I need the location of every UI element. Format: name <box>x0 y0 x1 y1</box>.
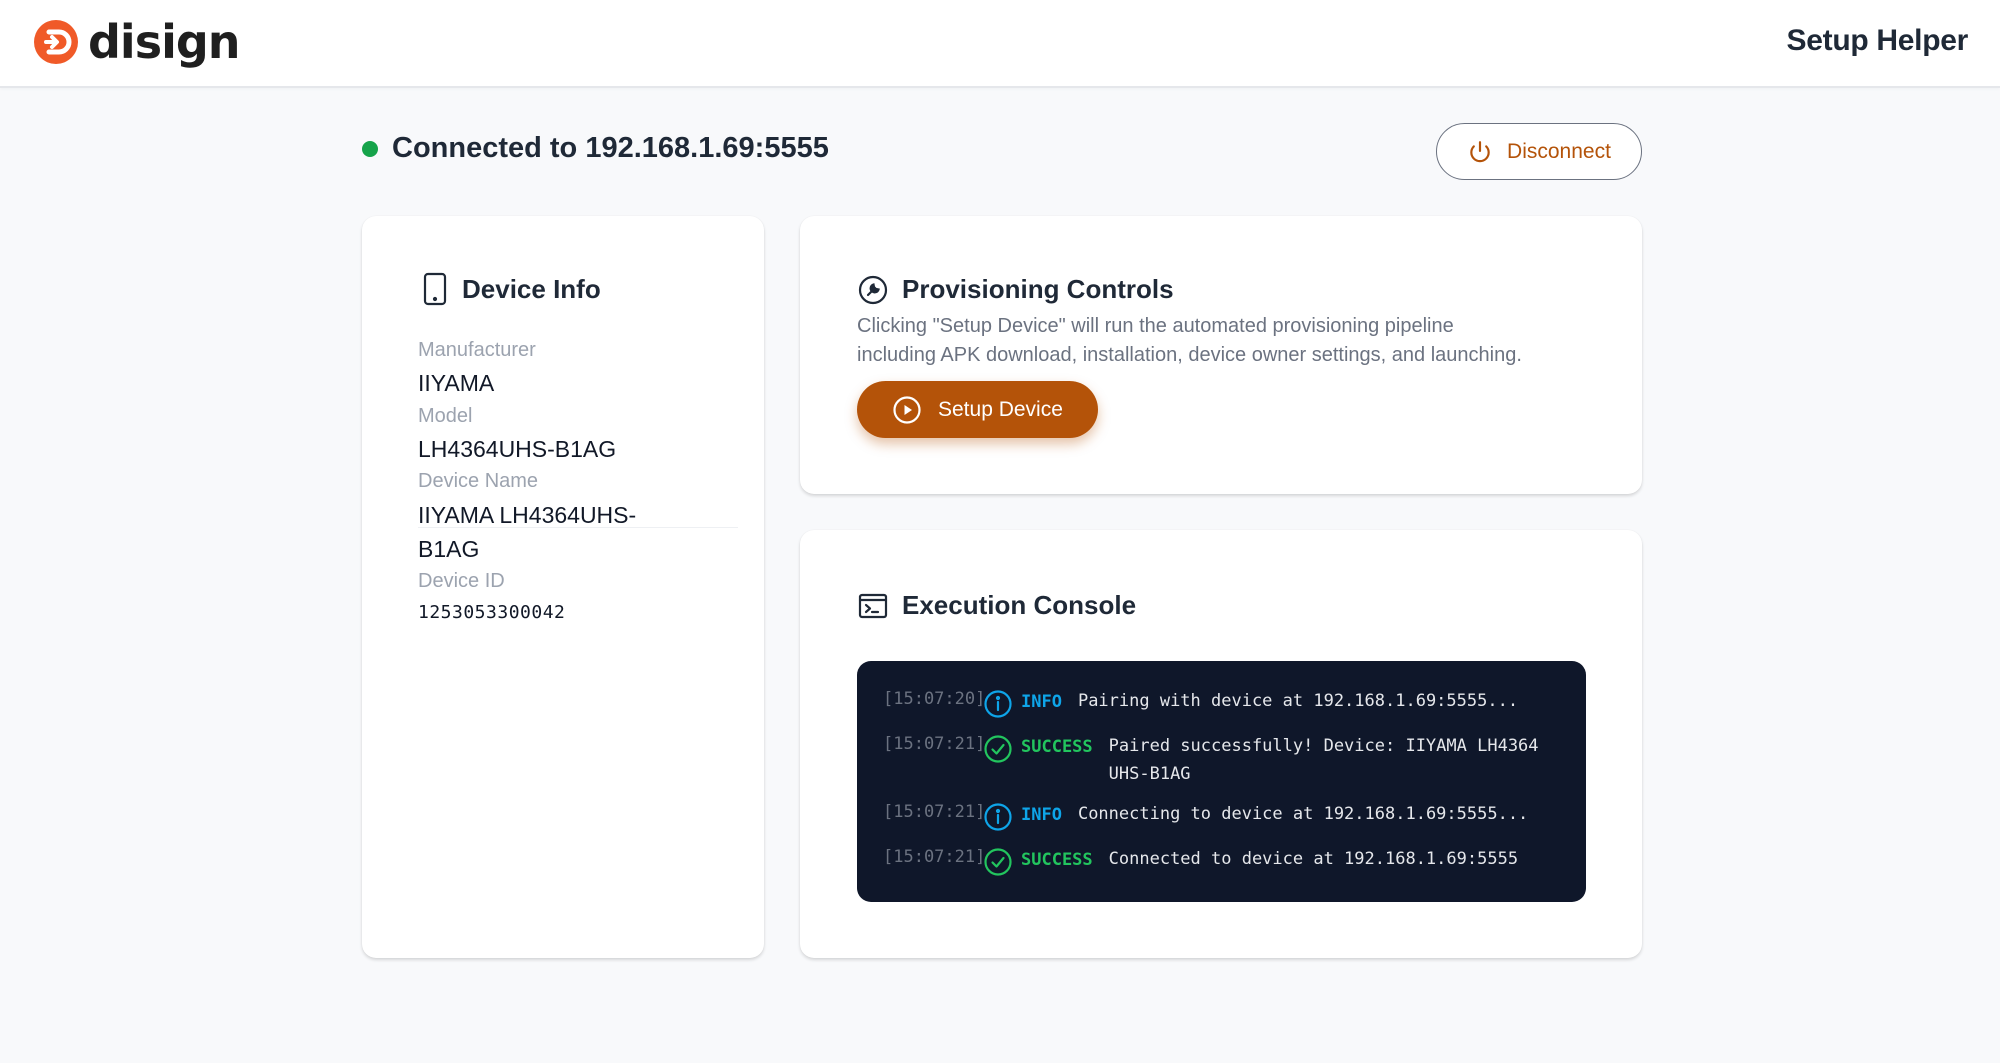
log-timestamp: [15:07:21] <box>883 847 986 867</box>
log-level-info: INFO <box>1021 805 1062 825</box>
manufacturer-value: IIYAMA <box>418 370 495 396</box>
log-level-info: INFO <box>1021 692 1062 712</box>
logo[interactable]: disign <box>32 15 241 69</box>
play-circle-icon <box>893 395 921 424</box>
device-info-header: Device Info <box>422 272 601 306</box>
device-name-value-line1: IIYAMA LH4364UHS- <box>418 502 637 528</box>
log-level-success: SUCCESS <box>1021 737 1093 757</box>
log-entry: [15:07:21] SUCCESS Paired successfully! … <box>883 732 1539 788</box>
connection-status-text: Connected to 192.168.1.69:5555 <box>392 132 829 164</box>
info-icon <box>984 690 1012 718</box>
manufacturer-label: Manufacturer <box>418 339 536 361</box>
log-entry: [15:07:21] SUCCESS Connected to device a… <box>883 845 1518 877</box>
device-info-title: Device Info <box>462 273 601 304</box>
provisioning-description-line2: including APK download, installation, de… <box>857 344 1522 366</box>
logo-text: disign <box>88 15 241 69</box>
check-circle-icon <box>984 735 1012 763</box>
header-title: Setup Helper <box>1786 24 1969 57</box>
log-message: Paired successfully! Device: IIYAMA LH43… <box>1109 732 1539 788</box>
setup-device-label: Setup Device <box>938 397 1063 421</box>
console-title: Execution Console <box>902 590 1137 620</box>
power-icon <box>1470 140 1490 162</box>
log-message: Connecting to device at 192.168.1.69:555… <box>1077 804 1529 824</box>
model-label: Model <box>418 405 473 427</box>
status-dot <box>362 140 378 157</box>
disign-logo-icon <box>34 20 78 64</box>
log-timestamp: [15:07:21] <box>883 802 986 822</box>
check-circle-icon <box>984 848 1012 876</box>
provisioning-description-line1: Clicking "Setup Device" will run the aut… <box>857 315 1454 337</box>
disconnect-label: Disconnect <box>1507 139 1611 163</box>
model-value: LH4364UHS-B1AG <box>418 436 617 462</box>
smartphone-icon <box>423 272 447 306</box>
console-header: Execution Console <box>858 590 1136 621</box>
device-id-label: Device ID <box>418 570 505 592</box>
wrench-icon <box>858 275 888 304</box>
setup-device-button[interactable]: Setup Device <box>857 381 1098 438</box>
provisioning-title: Provisioning Controls <box>902 274 1174 304</box>
log-entry: [15:07:20] INFO Pairing with device at 1… <box>883 687 1518 719</box>
provisioning-description: Clicking "Setup Device" will run the aut… <box>857 312 1617 370</box>
connection-status: Connected to 192.168.1.69:5555 <box>362 132 829 165</box>
log-message-line2: UHS-B1AG <box>1108 764 1191 784</box>
log-message-line1: Paired successfully! Device: IIYAMA LH43… <box>1108 736 1539 756</box>
info-icon <box>984 803 1012 831</box>
log-entry: [15:07:21] INFO Connecting to device at … <box>883 800 1528 832</box>
terminal-icon <box>858 593 888 618</box>
app-header: disign Setup Helper <box>0 0 2000 88</box>
device-id-value: 1253053300042 <box>418 602 566 623</box>
provisioning-header: Provisioning Controls <box>858 274 1174 305</box>
device-name-label: Device Name <box>418 470 539 492</box>
log-message: Connected to device at 192.168.1.69:5555 <box>1108 849 1519 869</box>
log-message: Pairing with device at 192.168.1.69:5555… <box>1077 691 1519 711</box>
disconnect-button[interactable]: Disconnect <box>1436 123 1642 180</box>
device-name-value-line2: B1AG <box>418 536 480 562</box>
console-output[interactable]: [15:07:20] INFO Pairing with device at 1… <box>857 661 1586 902</box>
log-timestamp: [15:07:20] <box>883 689 986 709</box>
log-timestamp: [15:07:21] <box>883 734 986 754</box>
log-level-success: SUCCESS <box>1021 850 1093 870</box>
